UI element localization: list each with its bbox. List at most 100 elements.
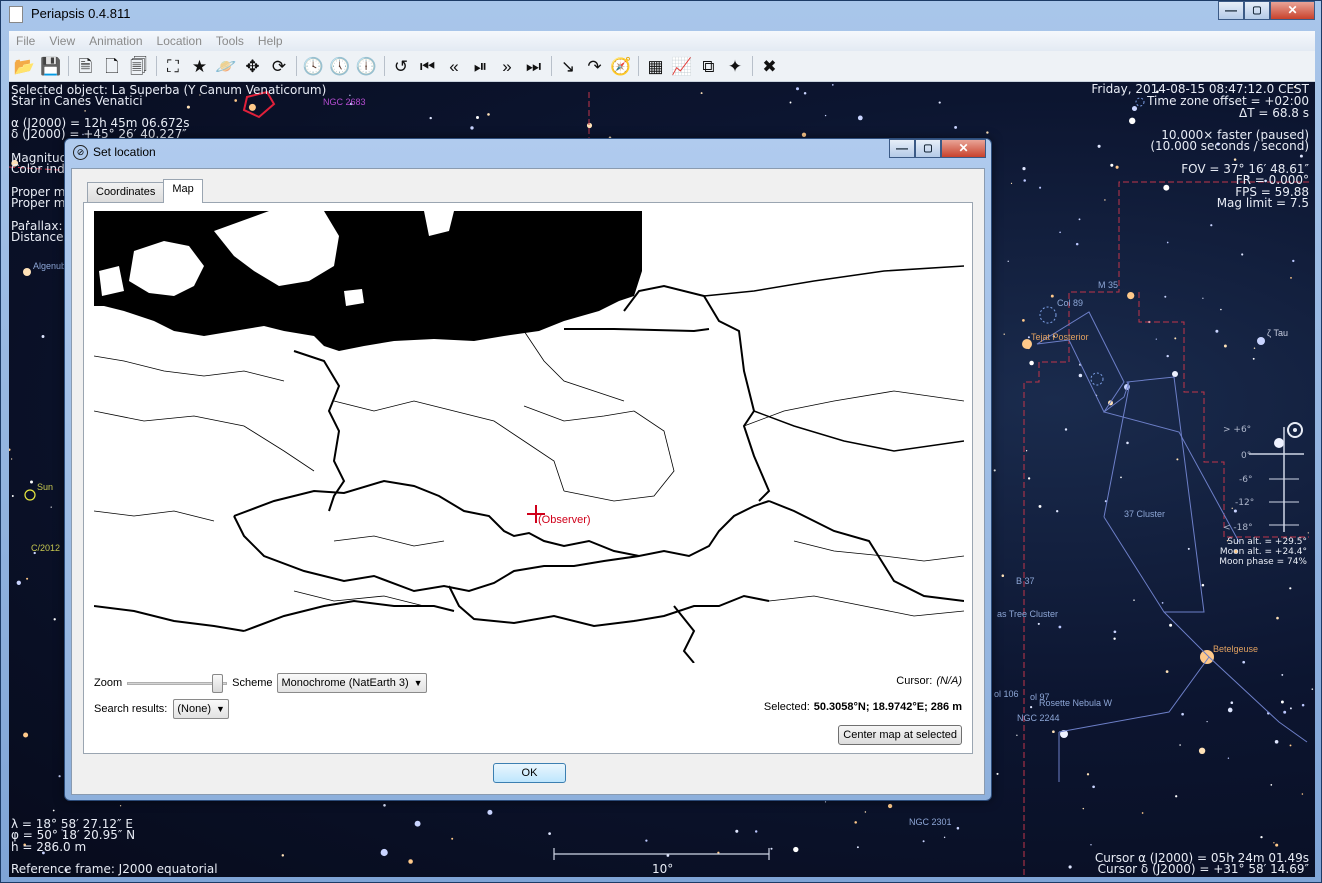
rewind-icon[interactable]: « [443, 55, 466, 78]
close-button[interactable]: ✕ [1270, 1, 1315, 20]
country-border [233, 515, 640, 593]
star [1058, 625, 1062, 629]
menu-view[interactable]: View [42, 34, 82, 48]
star [84, 110, 86, 112]
ok-button[interactable]: OK [493, 763, 566, 783]
sky-label-rosette[interactable]: Rosette Nebula W [1039, 698, 1112, 708]
menu-animation[interactable]: Animation [82, 34, 149, 48]
open-icon[interactable]: 📂 [13, 55, 36, 78]
star [1227, 757, 1230, 759]
location-map[interactable]: (Observer) [94, 211, 964, 663]
sky-label-sun[interactable]: Sun [37, 482, 53, 492]
step-forward-icon[interactable]: ⏭ [522, 55, 545, 78]
star [1052, 730, 1055, 734]
menu-location[interactable]: Location [150, 34, 209, 48]
sky-label-ngc2683[interactable]: NGC 2683 [323, 97, 366, 107]
minimize-button[interactable]: — [1218, 1, 1244, 20]
clock-next-icon[interactable]: 🕔 [329, 55, 352, 78]
country-border [673, 605, 696, 663]
sky-label-zeta-tau[interactable]: ζ Tau [1267, 328, 1288, 338]
country-border [753, 410, 964, 452]
menu-bar: File View Animation Location Tools Help [9, 31, 1315, 51]
sky-label-b37[interactable]: B 37 [1016, 576, 1035, 586]
sky-label-col89[interactable]: Col 89 [1057, 298, 1083, 308]
sky-label-col106[interactable]: ol 106 [994, 689, 1019, 699]
refresh-icon[interactable]: ⟳ [268, 55, 291, 78]
country-border [564, 328, 710, 333]
fast-forward-icon[interactable]: » [496, 55, 519, 78]
star [1001, 574, 1005, 577]
star [1025, 450, 1028, 452]
fullscreen-icon[interactable]: ⛶ [162, 55, 185, 78]
star [1059, 231, 1061, 234]
dialog-maximize-button[interactable]: ▢ [915, 139, 941, 158]
window-title: Periapsis 0.4.811 [31, 6, 131, 21]
right-turn-arrow-icon[interactable]: ↷ [583, 55, 606, 78]
dialog-title: Set location [93, 145, 156, 159]
center-map-button[interactable]: Center map at selected [838, 725, 962, 745]
starmap-icon[interactable]: ✦ [724, 55, 747, 78]
move-icon[interactable]: ✥ [241, 55, 264, 78]
sky-label-tree-cluster[interactable]: as Tree Cluster [997, 609, 1058, 619]
zoom-slider-thumb[interactable] [211, 674, 223, 693]
maximize-button[interactable]: ▢ [1244, 1, 1270, 20]
reset-icon[interactable]: ↺ [390, 55, 413, 78]
bright-star[interactable] [1172, 371, 1178, 377]
scheme-select[interactable]: Monochrome (NatEarth 3) ▼ [277, 673, 427, 693]
star [735, 829, 739, 833]
star-icon[interactable]: ★ [188, 55, 211, 78]
star [1233, 509, 1237, 513]
menu-help[interactable]: Help [251, 34, 290, 48]
clock-search-icon[interactable]: 🕕 [355, 55, 378, 78]
bright-star[interactable] [1257, 337, 1265, 345]
menu-file[interactable]: File [9, 34, 42, 48]
star [993, 469, 996, 472]
menu-tools[interactable]: Tools [209, 34, 251, 48]
sky-label-m35[interactable]: M 35 [1098, 280, 1118, 290]
star [803, 92, 807, 95]
compass-icon[interactable]: 🧭 [610, 55, 633, 78]
windows-icon[interactable]: ⧉ [697, 55, 720, 78]
export-document-icon[interactable]: 🗐 [127, 55, 150, 78]
sky-label-tejat[interactable]: Tejat Posterior [1031, 332, 1089, 342]
sky-label-ngc2301[interactable]: NGC 2301 [909, 817, 952, 827]
star [408, 859, 413, 864]
chevron-down-icon: ▼ [413, 678, 423, 688]
star [1097, 144, 1101, 148]
save-icon[interactable]: 💾 [40, 55, 63, 78]
planet-icon[interactable]: 🪐 [215, 55, 238, 78]
tab-coordinates[interactable]: Coordinates [87, 182, 165, 202]
star [1039, 186, 1042, 189]
dialog-close-button[interactable]: ✕ [941, 139, 986, 158]
star [1233, 158, 1237, 161]
bright-star[interactable] [23, 268, 31, 276]
grid-icon[interactable]: ▦ [644, 55, 667, 78]
star [1176, 458, 1179, 461]
star [1086, 773, 1090, 776]
sky-label-comet[interactable]: C/2012 [31, 543, 60, 553]
down-right-arrow-icon[interactable]: ↘ [557, 55, 580, 78]
search-results-select[interactable]: (None) ▼ [173, 699, 229, 719]
play-pause-icon[interactable]: ⏯ [469, 55, 492, 78]
chart-icon[interactable]: 📈 [671, 55, 694, 78]
bright-star[interactable] [1274, 438, 1284, 448]
star [1289, 587, 1292, 590]
skip-back-icon[interactable]: ⏮ [416, 55, 439, 78]
star [11, 495, 14, 497]
zoom-slider[interactable] [127, 673, 228, 693]
cursor-dec-readout: Cursor δ (J2000) = +31° 58′ 14.69″ [1097, 862, 1309, 876]
bright-star[interactable] [1200, 650, 1214, 664]
document-icon[interactable]: 🗎 [74, 55, 97, 78]
sky-label-betelgeuse[interactable]: Betelgeuse [1213, 644, 1258, 654]
star [1022, 319, 1025, 322]
sky-label-37-cluster[interactable]: 37 Cluster [1124, 509, 1165, 519]
clock-icon[interactable]: 🕓 [302, 55, 325, 78]
tab-map[interactable]: Map [163, 179, 203, 203]
export-image-icon[interactable]: 🗋 [101, 55, 124, 78]
sky-label-ngc2244[interactable]: NGC 2244 [1017, 713, 1060, 723]
sky-label-algenubi[interactable]: Algenubi [33, 261, 68, 271]
star [754, 830, 758, 833]
dialog-minimize-button[interactable]: — [889, 139, 915, 158]
star [10, 458, 13, 460]
close-x-icon[interactable]: ✖ [758, 55, 781, 78]
